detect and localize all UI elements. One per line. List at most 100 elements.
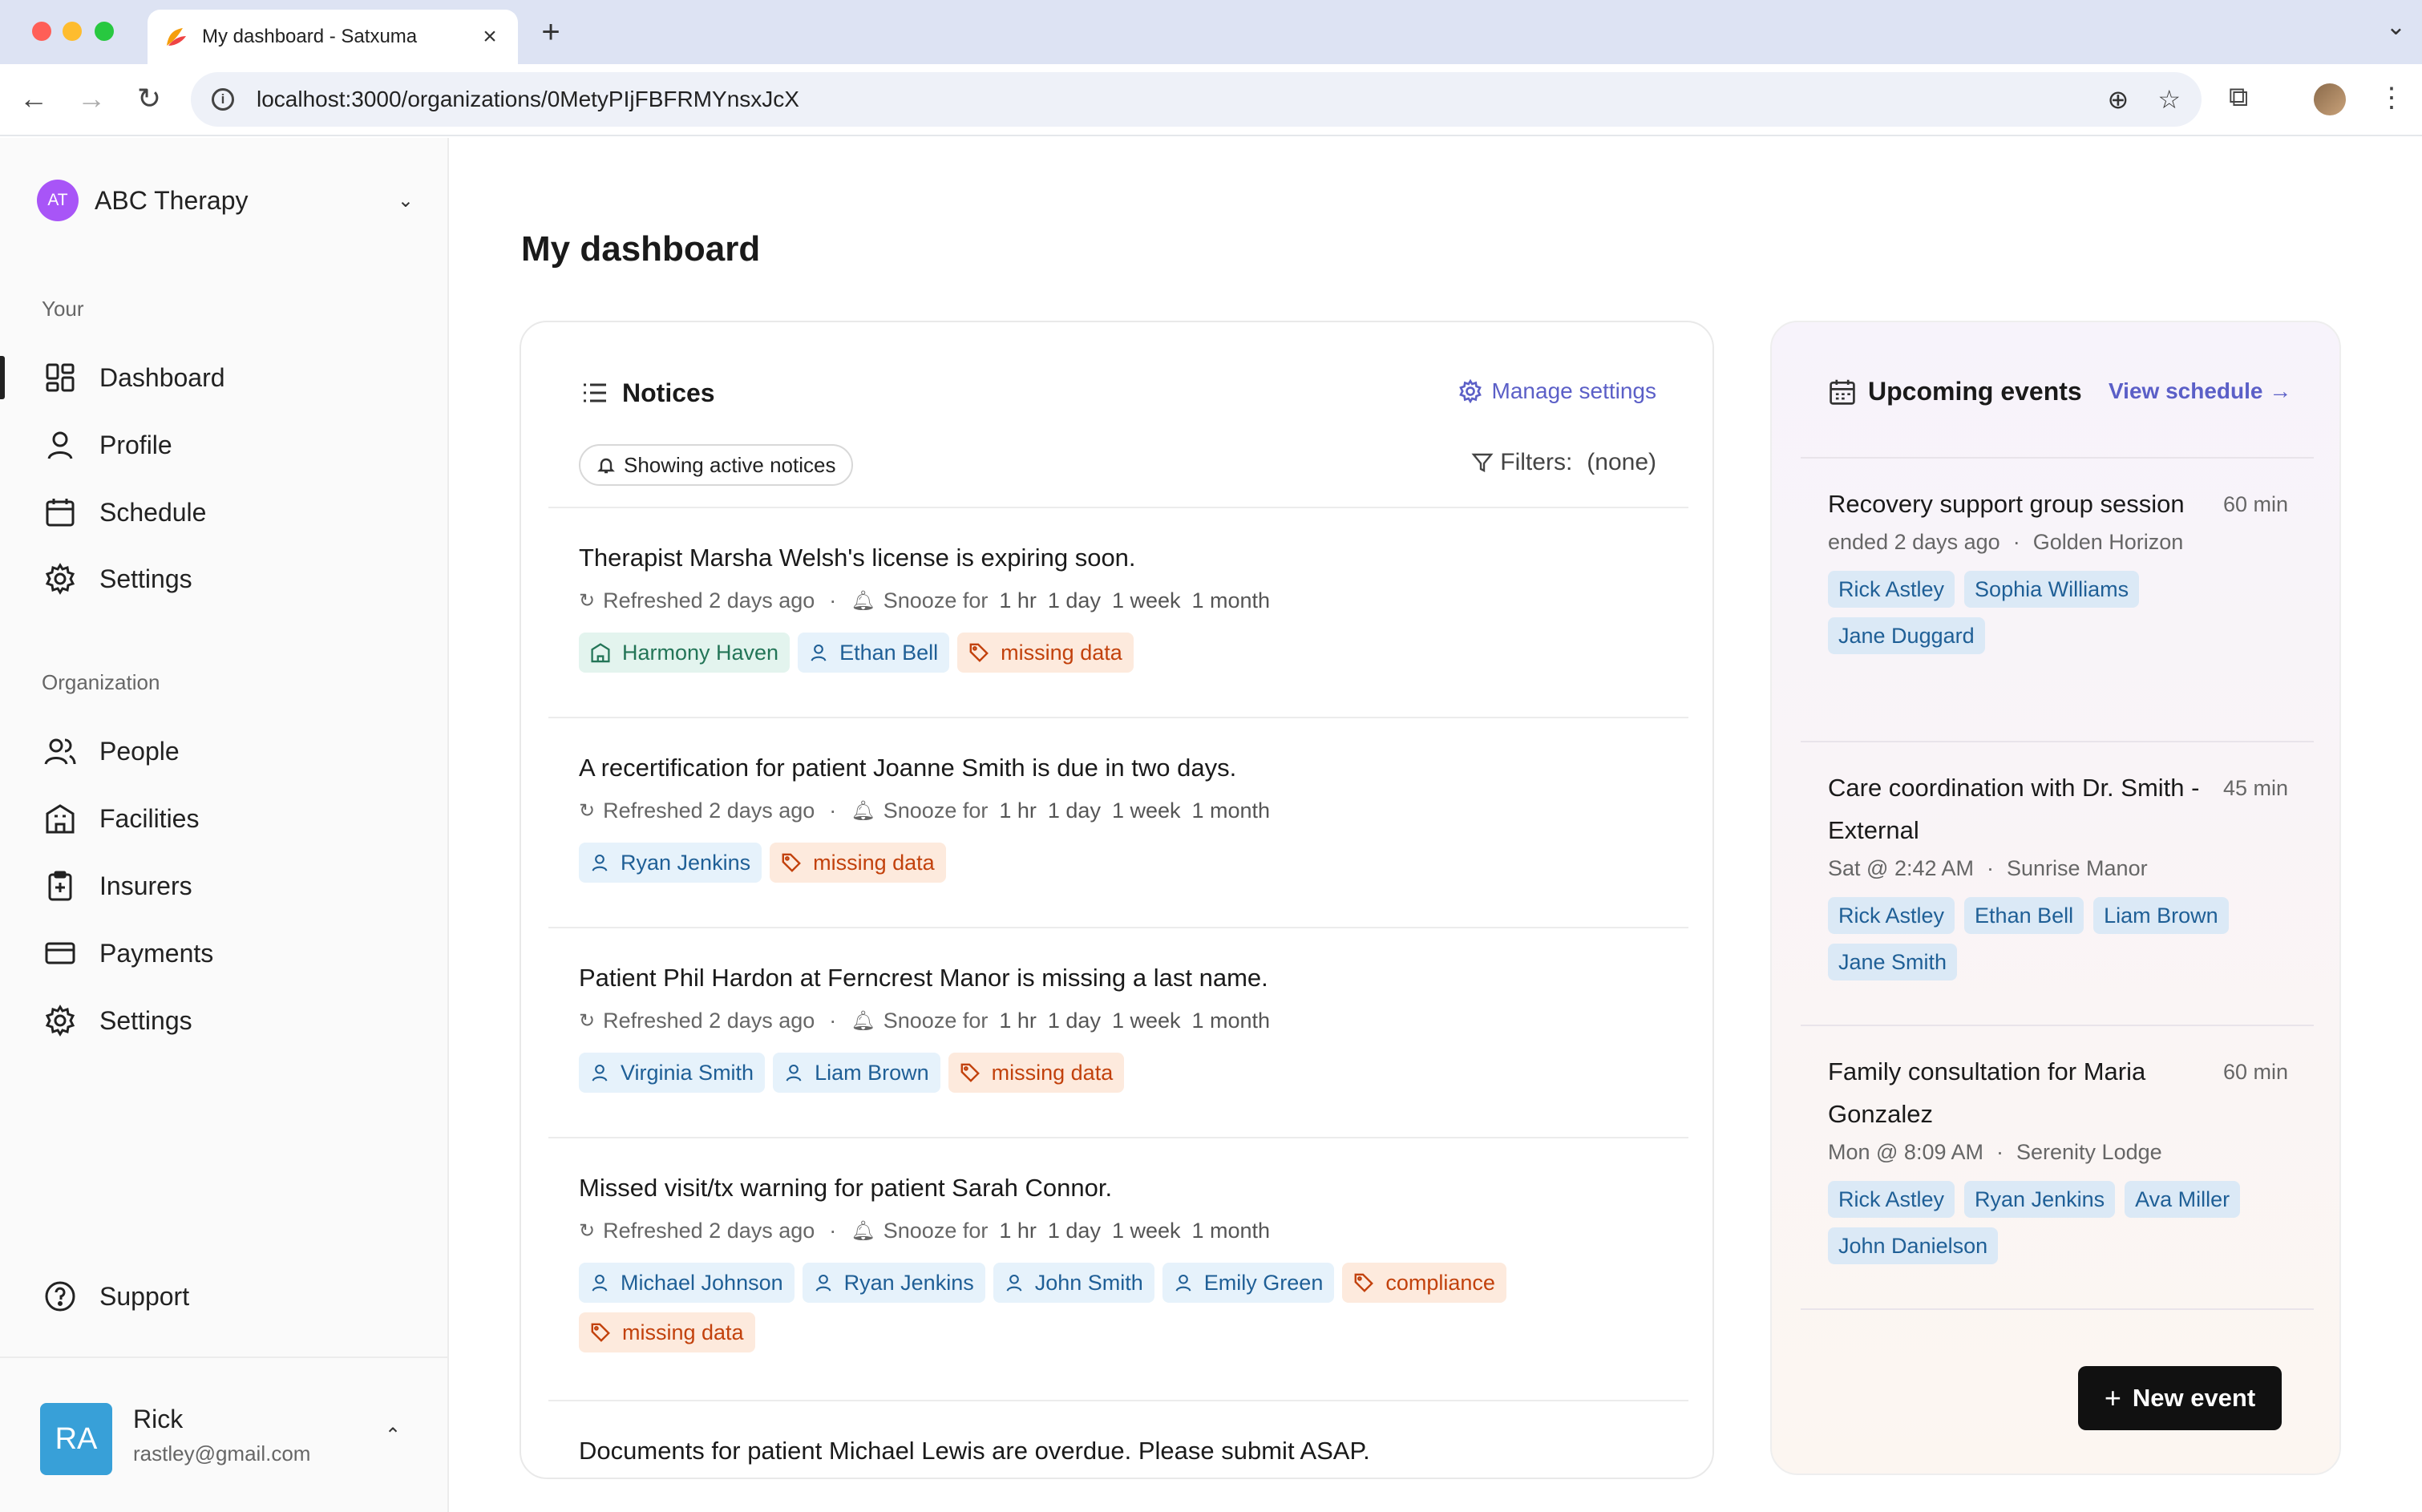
attendee-tag[interactable]: Ryan Jenkins (1964, 1181, 2116, 1218)
site-info-icon[interactable]: i (212, 88, 234, 111)
snooze-1day-button[interactable]: 1 day (1048, 588, 1101, 613)
browser-profile-avatar[interactable] (2314, 83, 2346, 115)
forward-icon[interactable]: → (74, 82, 109, 115)
close-window-button[interactable] (32, 22, 51, 41)
snooze-1hr-button[interactable]: 1 hr (999, 1009, 1037, 1033)
person-tag[interactable]: Emily Green (1162, 1263, 1335, 1303)
notice-tags: Harmony Haven Ethan Bell missing data (579, 633, 1669, 673)
filters-control[interactable]: Filters: (none) (1471, 449, 1656, 476)
attendee-tag[interactable]: John Danielson (1828, 1227, 1999, 1264)
category-tag[interactable]: missing data (957, 633, 1134, 673)
person-tag[interactable]: Liam Brown (773, 1053, 940, 1093)
tag-label: Ryan Jenkins (843, 1270, 974, 1295)
sidebar-item-profile[interactable]: Profile (42, 417, 427, 473)
sidebar-item-facilities[interactable]: Facilities (42, 790, 427, 847)
browser-menu-icon[interactable]: ⋮ (2378, 82, 2405, 114)
user-name: Rick (133, 1405, 184, 1433)
facility-tag[interactable]: Harmony Haven (579, 633, 790, 673)
event-item[interactable]: Recovery support group session 60 min en… (1828, 483, 2288, 654)
tab-title: My dashboard - Satxuma (202, 26, 418, 47)
person-icon (784, 1063, 803, 1082)
person-icon (1174, 1273, 1193, 1292)
credit-card-icon (42, 935, 79, 972)
snooze-1hr-button[interactable]: 1 hr (999, 588, 1037, 613)
person-tag[interactable]: John Smith (993, 1263, 1154, 1303)
minimize-window-button[interactable] (63, 22, 82, 41)
reload-icon[interactable]: ↻ (131, 82, 167, 115)
url-text[interactable]: localhost:3000/organizations/0MetyPIjFBF… (257, 87, 2079, 112)
snooze-1month-button[interactable]: 1 month (1192, 1009, 1271, 1033)
sidebar-item-label: People (99, 736, 180, 766)
snooze-1week-button[interactable]: 1 week (1112, 1219, 1181, 1243)
snooze-1day-button[interactable]: 1 day (1048, 1219, 1101, 1243)
divider (548, 507, 1688, 508)
sidebar-item-people[interactable]: People (42, 723, 427, 779)
person-tag[interactable]: Michael Johnson (579, 1263, 795, 1303)
tag-label: Ethan Bell (839, 640, 939, 665)
category-tag[interactable]: compliance (1342, 1263, 1506, 1303)
meta-separator: · (1987, 856, 1994, 880)
browser-tab[interactable]: My dashboard - Satxuma × (148, 10, 518, 64)
bookmark-star-icon[interactable]: ☆ (2157, 84, 2181, 115)
sidebar-item-settings[interactable]: Settings (42, 551, 427, 607)
org-switcher[interactable]: AT ABC Therapy ⌄ (37, 180, 414, 221)
close-tab-icon[interactable]: × (478, 23, 502, 51)
event-item[interactable]: Family consultation for Maria Gonzalez 6… (1828, 1050, 2288, 1264)
person-tag[interactable]: Ryan Jenkins (802, 1263, 985, 1303)
snooze-1day-button[interactable]: 1 day (1048, 798, 1101, 823)
view-schedule-link[interactable]: View schedule → (2109, 378, 2291, 404)
browser-tab-strip: My dashboard - Satxuma × + ⌄ (0, 0, 2422, 64)
refresh-icon: ↻ (579, 1220, 596, 1242)
event-title: Recovery support group session (1828, 490, 2185, 518)
refreshed-text: Refreshed 2 days ago (603, 798, 815, 823)
person-tag[interactable]: Ryan Jenkins (579, 843, 762, 883)
sidebar-item-dashboard[interactable]: Dashboard (42, 350, 427, 406)
extensions-icon[interactable]: ⧉ (2229, 82, 2248, 113)
attendee-tag[interactable]: Ava Miller (2125, 1181, 2241, 1218)
sidebar-item-label: Insurers (99, 871, 192, 900)
notice-tags: Michael Johnson Ryan Jenkins John Smith … (579, 1263, 1669, 1352)
snooze-1hr-button[interactable]: 1 hr (999, 1219, 1037, 1243)
sidebar-item-support[interactable]: Support (42, 1268, 427, 1324)
sidebar: AT ABC Therapy ⌄ Your Dashboard Profile … (0, 138, 449, 1512)
maximize-window-button[interactable] (95, 22, 114, 41)
attendee-tag[interactable]: Liam Brown (2093, 897, 2229, 934)
attendee-tag[interactable]: Ethan Bell (1964, 897, 2084, 934)
meta-separator: · (829, 1009, 837, 1033)
sidebar-item-insurers[interactable]: Insurers (42, 858, 427, 914)
attendee-tag[interactable]: Rick Astley (1828, 897, 1955, 934)
category-tag[interactable]: missing data (579, 1312, 755, 1352)
snooze-1month-button[interactable]: 1 month (1192, 1219, 1271, 1243)
active-notices-toggle[interactable]: Showing active notices (579, 444, 854, 486)
event-meta: ended 2 days ago · Golden Horizon (1828, 530, 2288, 555)
snooze-1week-button[interactable]: 1 week (1112, 1009, 1181, 1033)
back-icon[interactable]: ← (16, 82, 51, 115)
event-item[interactable]: Care coordination with Dr. Smith - Exter… (1828, 766, 2288, 980)
address-bar[interactable]: i localhost:3000/organizations/0MetyPIjF… (191, 72, 2202, 127)
category-tag[interactable]: missing data (770, 843, 946, 883)
new-event-button[interactable]: + New event (2078, 1366, 2282, 1430)
attendee-tag[interactable]: Rick Astley (1828, 1181, 1955, 1218)
attendee-tag[interactable]: Sophia Williams (1964, 571, 2140, 608)
zoom-icon[interactable]: ⊕ (2108, 84, 2129, 115)
person-tag[interactable]: Virginia Smith (579, 1053, 766, 1093)
attendee-tag[interactable]: Rick Astley (1828, 571, 1955, 608)
snooze-1week-button[interactable]: 1 week (1112, 798, 1181, 823)
attendee-tag[interactable]: Jane Duggard (1828, 617, 1985, 654)
category-tag[interactable]: missing data (948, 1053, 1125, 1093)
person-tag[interactable]: Ethan Bell (798, 633, 950, 673)
snooze-1hr-button[interactable]: 1 hr (999, 798, 1037, 823)
snooze-1month-button[interactable]: 1 month (1192, 798, 1271, 823)
snooze-1week-button[interactable]: 1 week (1112, 588, 1181, 613)
attendee-tag[interactable]: Jane Smith (1828, 944, 1958, 980)
sidebar-item-schedule[interactable]: Schedule (42, 484, 427, 540)
user-menu[interactable]: RA Rick rastley@gmail.com ⌃ (0, 1356, 447, 1512)
sidebar-item-payments[interactable]: Payments (42, 925, 427, 981)
tab-search-icon[interactable]: ⌄ (2386, 13, 2406, 41)
new-tab-button[interactable]: + (531, 14, 571, 51)
event-time: ended 2 days ago (1828, 530, 2000, 554)
manage-settings-link[interactable]: Manage settings (1458, 378, 1656, 404)
snooze-1month-button[interactable]: 1 month (1192, 588, 1271, 613)
sidebar-item-org-settings[interactable]: Settings (42, 993, 427, 1049)
snooze-1day-button[interactable]: 1 day (1048, 1009, 1101, 1033)
